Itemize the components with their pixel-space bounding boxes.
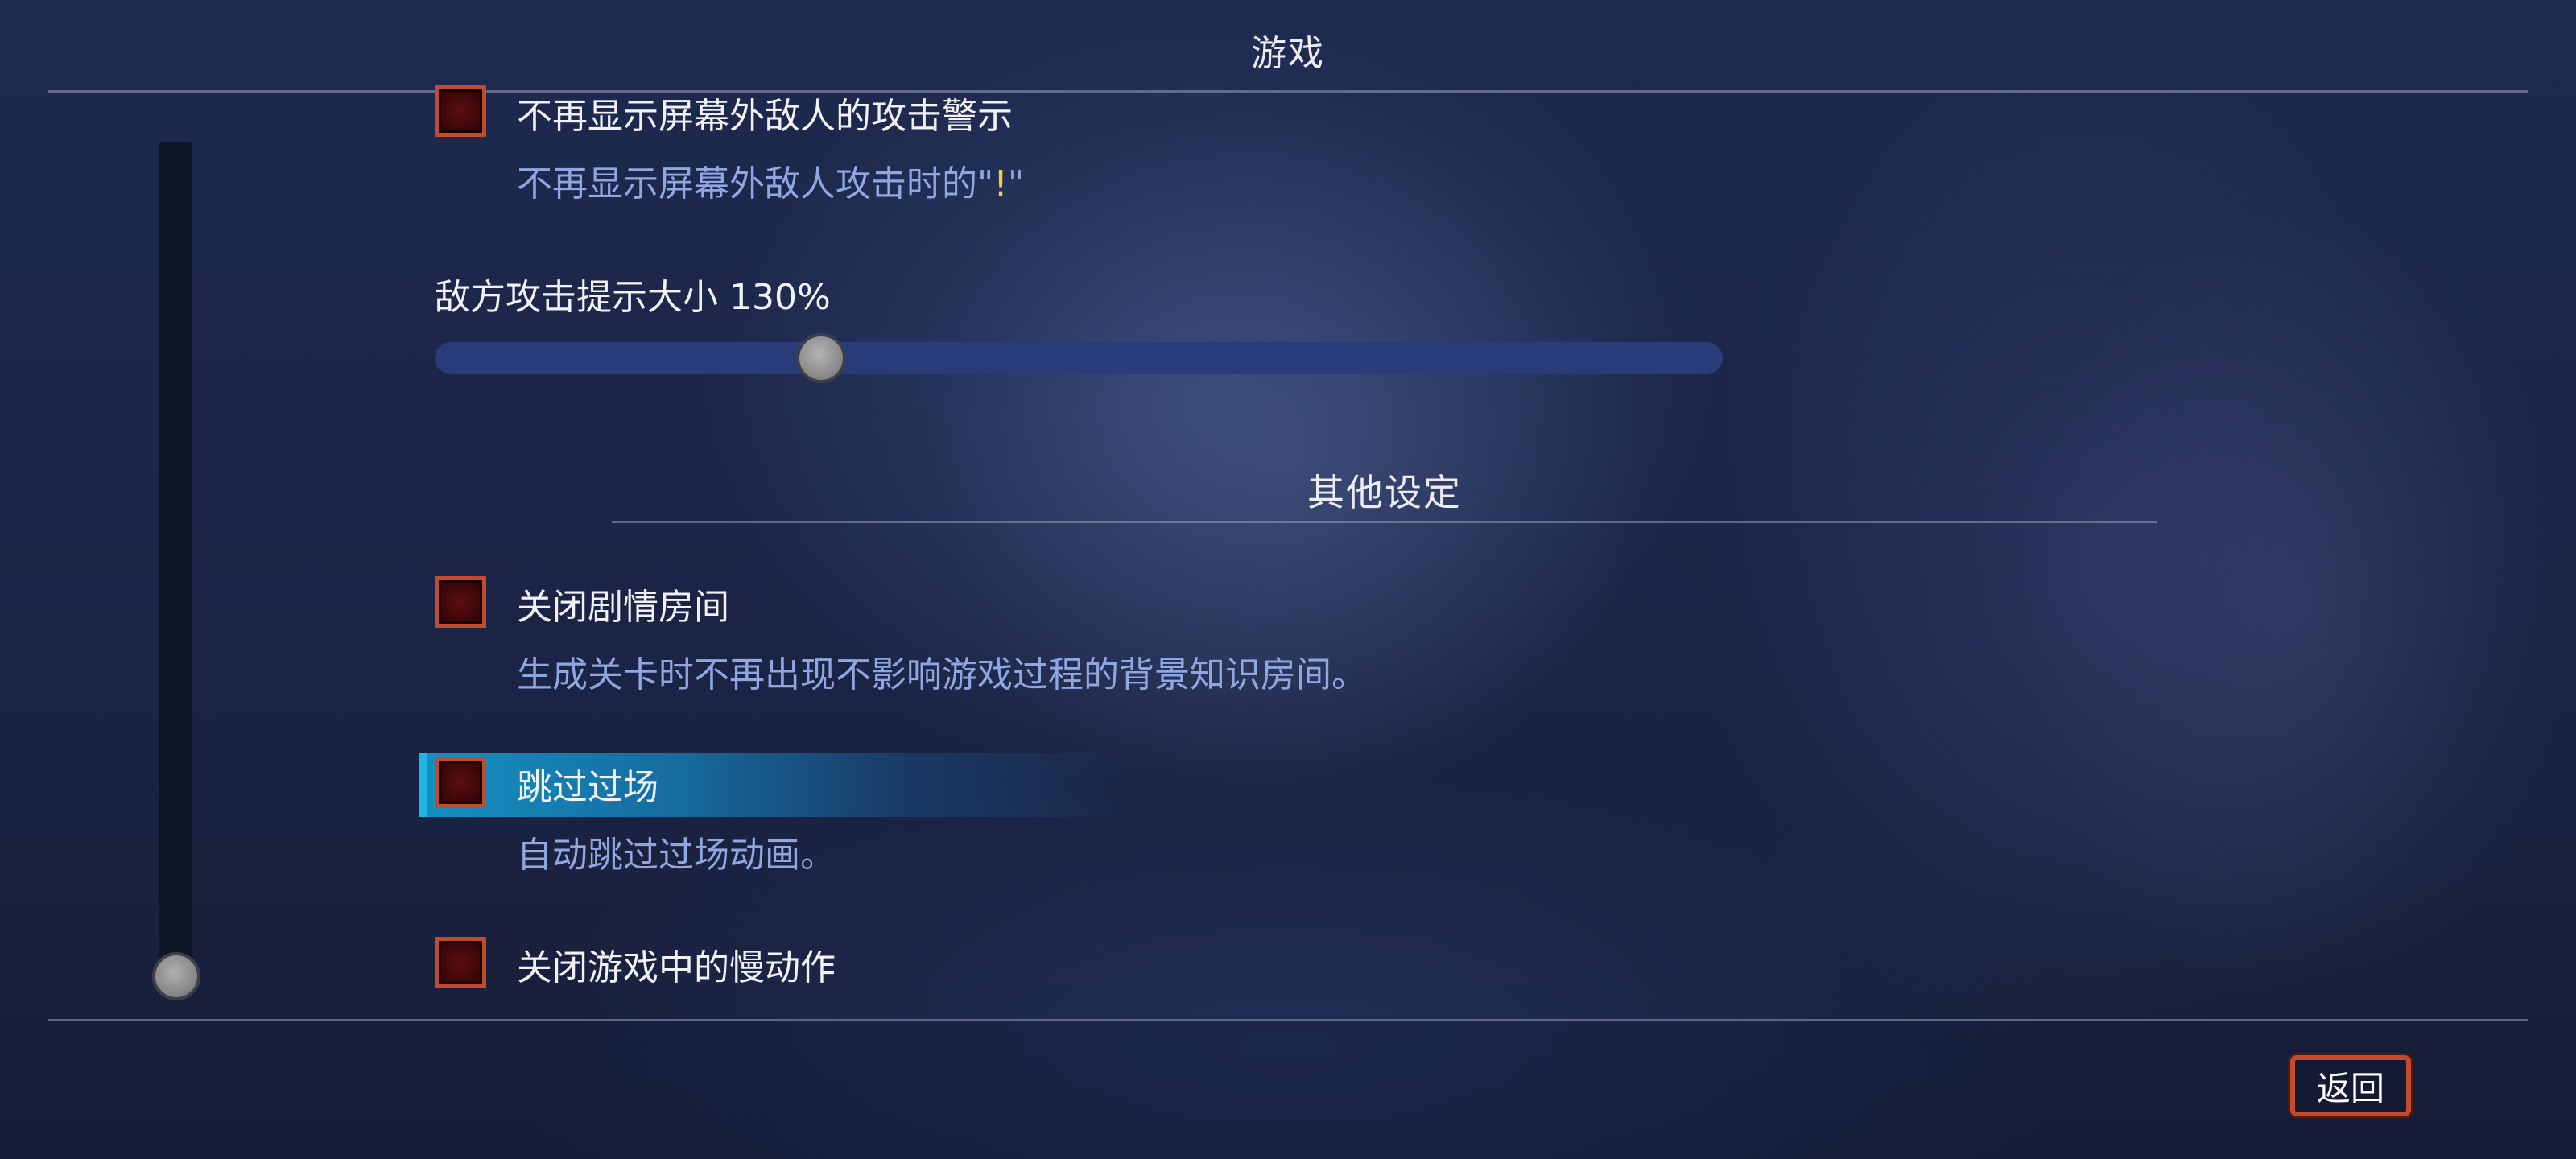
description-text: 不再显示屏幕外敌人攻击时的" — [517, 163, 994, 204]
skip-cutscenes-label: 跳过过场 — [517, 767, 658, 808]
background-castle-silhouette — [926, 97, 1650, 821]
slider-label: 敌方攻击提示大小 — [435, 277, 718, 318]
back-button[interactable]: 返回 — [2290, 1055, 2411, 1116]
close-story-rooms-label: 关闭剧情房间 — [517, 587, 729, 628]
skip-cutscenes-description: 自动跳过过场动画。 — [517, 835, 836, 876]
background-art — [2013, 201, 2576, 1006]
description-quote: " — [1007, 163, 1025, 204]
footer-divider — [48, 1019, 2528, 1021]
slider-value: 130% — [729, 277, 831, 318]
offscreen-warning-description: 不再显示屏幕外敌人攻击时的"!" — [517, 155, 1024, 206]
header-divider — [48, 90, 2528, 93]
skip-cutscenes-checkbox[interactable] — [435, 757, 486, 808]
attack-hint-size-slider[interactable] — [435, 342, 1723, 374]
exclamation-mark: ! — [993, 163, 1008, 204]
attack-hint-size-label: 敌方攻击提示大小 130% — [435, 268, 831, 320]
game-settings-screen: 游戏 不再显示屏幕外敌人的攻击警示 不再显示屏幕外敌人攻击时的"!" 敌方攻击提… — [0, 0, 2576, 1159]
close-story-rooms-description: 生成关卡时不再出现不影响游戏过程的背景知识房间。 — [517, 654, 1367, 695]
offscreen-warning-checkbox[interactable] — [435, 85, 486, 137]
scrollbar-thumb[interactable] — [152, 952, 200, 1000]
slider-thumb[interactable] — [796, 333, 846, 383]
section-divider — [612, 521, 2157, 523]
disable-slow-motion-label: 关闭游戏中的慢动作 — [517, 947, 836, 988]
offscreen-warning-label: 不再显示屏幕外敌人的攻击警示 — [517, 96, 1013, 137]
scrollbar-track[interactable] — [159, 142, 192, 979]
page-title: 游戏 — [1251, 33, 1325, 74]
section-title-other-settings: 其他设定 — [1307, 471, 1462, 514]
disable-slow-motion-checkbox[interactable] — [435, 937, 486, 988]
footer-bar — [0, 1021, 2576, 1159]
close-story-rooms-checkbox[interactable] — [435, 576, 486, 628]
